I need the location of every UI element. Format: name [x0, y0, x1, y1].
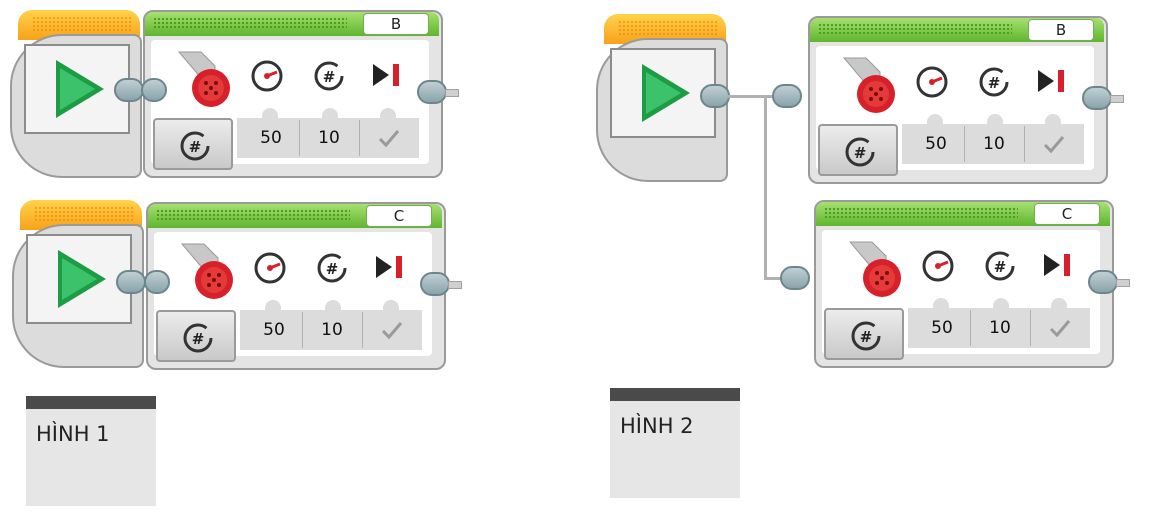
- sequence-plug-out[interactable]: [1082, 86, 1124, 110]
- power-value[interactable]: 50: [244, 310, 304, 350]
- parameter-values: 50 10: [908, 308, 1090, 348]
- rotations-value[interactable]: 10: [964, 124, 1024, 164]
- parameter-values: 50 10: [237, 118, 419, 158]
- svg-text:#: #: [988, 74, 1001, 92]
- brake-value[interactable]: [1030, 308, 1090, 348]
- motor-icon: [848, 241, 901, 297]
- svg-text:#: #: [192, 330, 205, 348]
- rotations-value[interactable]: 10: [299, 118, 359, 158]
- sequence-plug-out[interactable]: [417, 80, 459, 104]
- parameter-values: 50 10: [240, 310, 422, 350]
- start-block-body: [10, 34, 142, 178]
- figure-label: HÌNH 2: [610, 388, 740, 498]
- power-value[interactable]: 50: [912, 308, 972, 348]
- figure-label-text: HÌNH 1: [36, 422, 110, 446]
- sequence-wire: [764, 95, 767, 279]
- port-selector[interactable]: B: [1028, 19, 1094, 41]
- large-motor-block[interactable]: C # # 50 10: [814, 200, 1114, 368]
- figure-label: HÌNH 1: [26, 396, 156, 506]
- sequence-plug[interactable]: [114, 78, 144, 102]
- brake-icon: [1044, 254, 1070, 276]
- speed-gauge-icon: [251, 60, 283, 92]
- brake-icon: [1038, 70, 1064, 92]
- speed-gauge-icon: [254, 252, 286, 284]
- figure-label-bar: [26, 396, 156, 409]
- sequence-plug-in[interactable]: [141, 78, 167, 102]
- brake-icon: [373, 64, 399, 86]
- start-block-body: [12, 224, 144, 368]
- canvas: B # # 50 10 C # # 50 10 HÌNH 1 B # # 50 …: [0, 0, 1149, 516]
- check-icon: [1043, 136, 1065, 154]
- motor-icon: [177, 51, 230, 107]
- svg-text:#: #: [994, 258, 1007, 276]
- speed-gauge-icon: [922, 250, 954, 282]
- sequence-plug[interactable]: [116, 270, 146, 294]
- svg-text:#: #: [854, 144, 867, 162]
- figure-label-text: HÌNH 2: [620, 414, 694, 438]
- svg-text:#: #: [189, 138, 202, 156]
- mode-selector-button[interactable]: #: [156, 310, 236, 362]
- rotations-icon: #: [314, 61, 344, 91]
- play-icon: [56, 60, 104, 118]
- sequence-plug-out[interactable]: [420, 272, 462, 296]
- mode-rotations-icon: #: [845, 137, 875, 167]
- power-value[interactable]: 50: [241, 118, 301, 158]
- mode-rotations-icon: #: [851, 321, 881, 351]
- rotations-value[interactable]: 10: [970, 308, 1030, 348]
- check-icon: [1049, 320, 1071, 338]
- mode-rotations-icon: #: [183, 323, 213, 353]
- mode-selector-button[interactable]: #: [153, 118, 233, 170]
- svg-text:#: #: [326, 260, 339, 278]
- sequence-plug-in[interactable]: [772, 84, 802, 108]
- large-motor-block[interactable]: C # # 50 10: [146, 202, 446, 370]
- speed-gauge-icon: [916, 66, 948, 98]
- sequence-plug[interactable]: [700, 84, 730, 108]
- mode-selector-button[interactable]: #: [818, 124, 898, 176]
- motor-icon: [842, 57, 895, 113]
- check-icon: [378, 130, 400, 148]
- rotations-icon: #: [317, 253, 347, 283]
- sequence-plug-out[interactable]: [1088, 270, 1130, 294]
- brake-icon: [376, 256, 402, 278]
- brake-value[interactable]: [362, 310, 422, 350]
- port-selector[interactable]: B: [363, 13, 429, 35]
- sequence-plug-in[interactable]: [780, 266, 810, 290]
- figure-label-bar: [610, 388, 740, 401]
- mode-rotations-icon: #: [180, 131, 210, 161]
- svg-text:#: #: [860, 328, 873, 346]
- start-block-body: [596, 38, 728, 182]
- sequence-plug-in[interactable]: [144, 270, 170, 294]
- port-selector[interactable]: C: [1034, 203, 1100, 225]
- svg-text:#: #: [323, 68, 336, 86]
- large-motor-block[interactable]: B # # 50 10: [808, 16, 1108, 184]
- mode-selector-button[interactable]: #: [824, 308, 904, 360]
- rotations-icon: #: [979, 67, 1009, 97]
- rotations-icon: #: [985, 251, 1015, 281]
- brake-value[interactable]: [1024, 124, 1084, 164]
- play-icon: [642, 64, 690, 122]
- parameter-values: 50 10: [902, 124, 1084, 164]
- large-motor-block[interactable]: B # # 50 10: [143, 10, 443, 178]
- sequence-wire: [728, 95, 776, 98]
- port-selector[interactable]: C: [366, 205, 432, 227]
- play-icon: [58, 250, 106, 308]
- brake-value[interactable]: [359, 118, 419, 158]
- motor-icon: [180, 243, 233, 299]
- rotations-value[interactable]: 10: [302, 310, 362, 350]
- power-value[interactable]: 50: [906, 124, 966, 164]
- check-icon: [381, 322, 403, 340]
